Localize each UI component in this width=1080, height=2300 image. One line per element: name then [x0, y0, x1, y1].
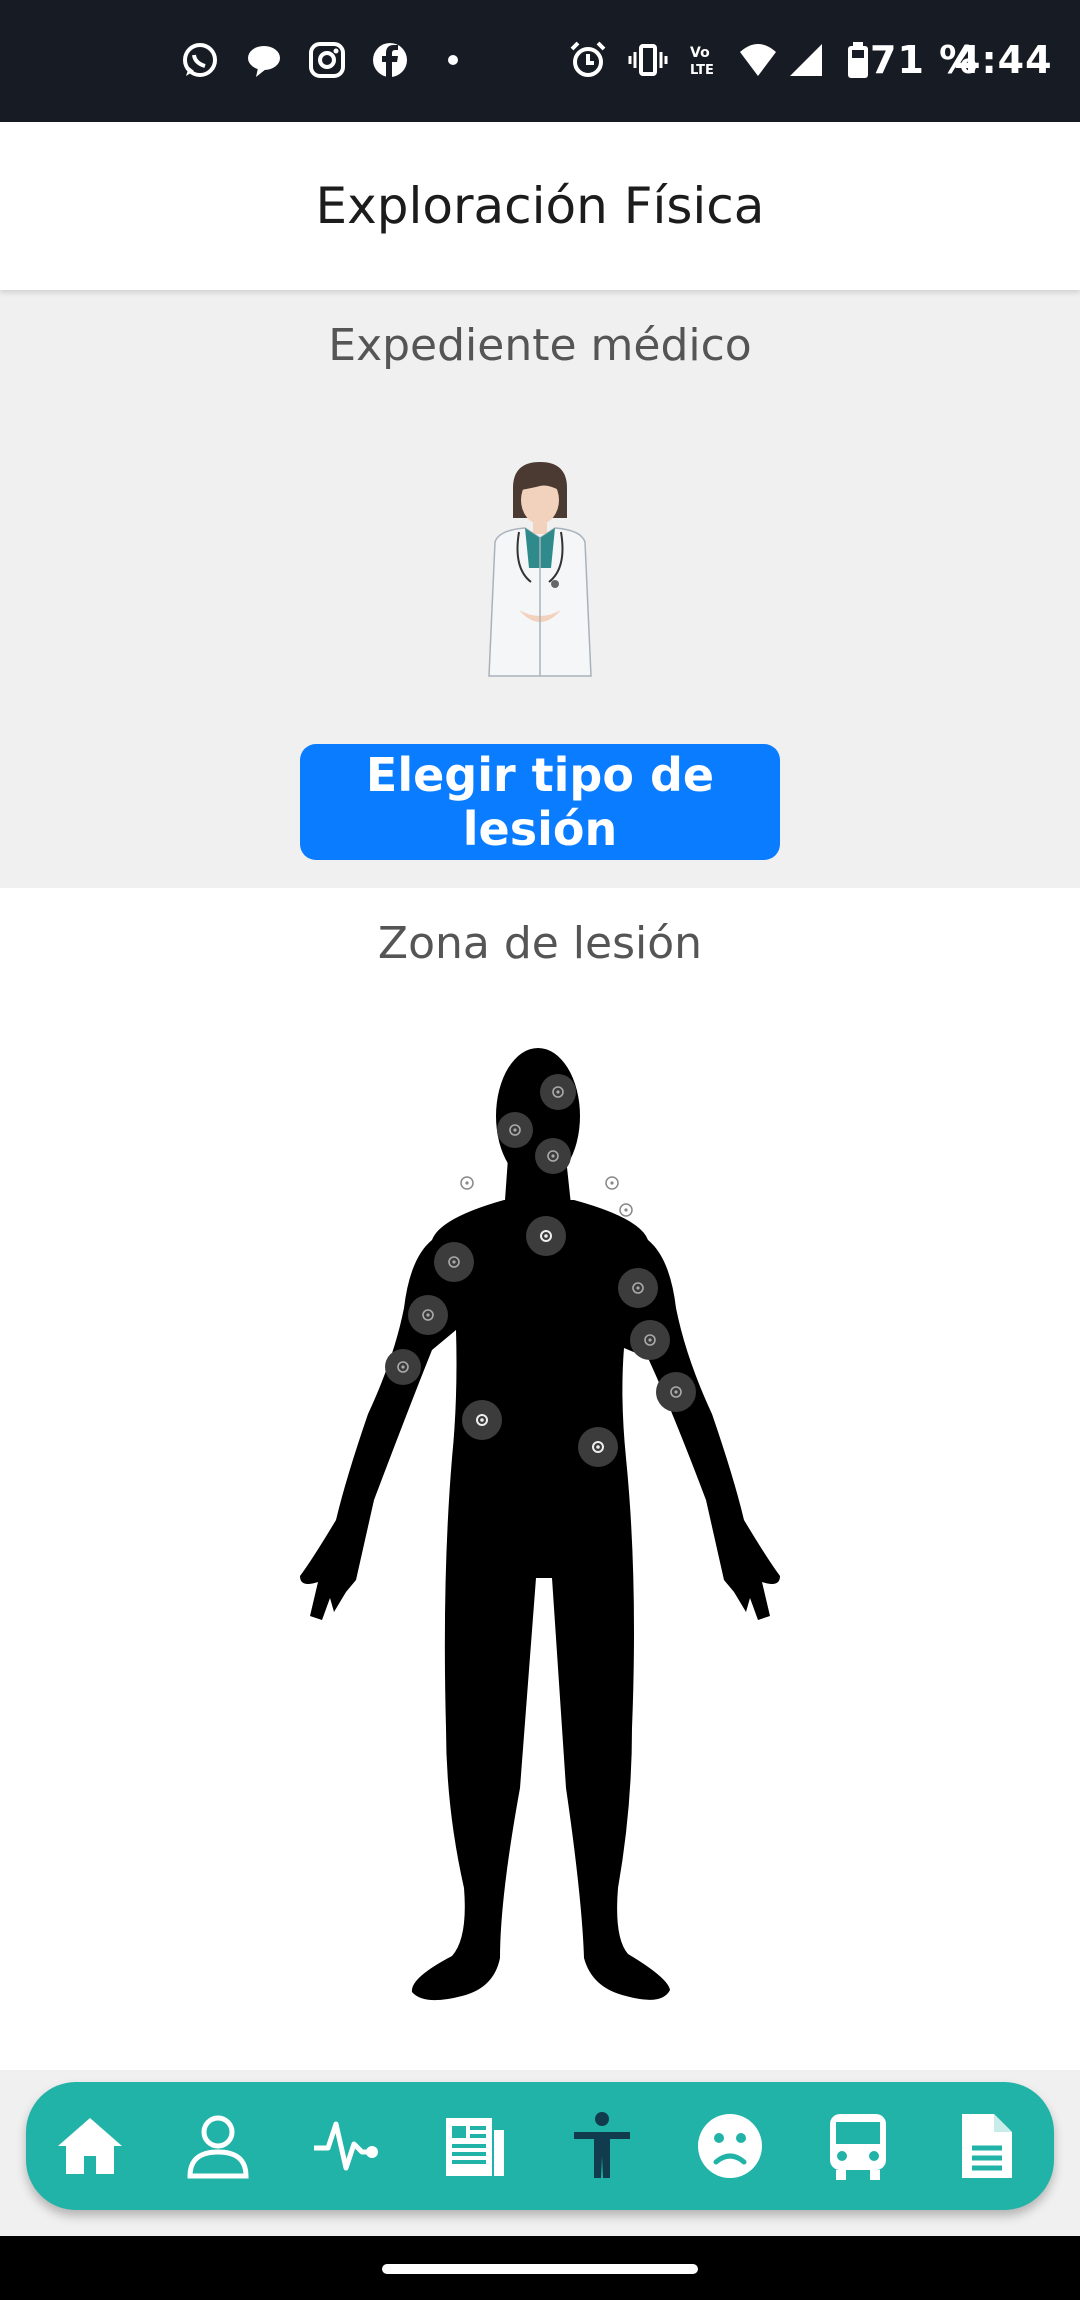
volte-icon: Vo LTE: [690, 45, 714, 78]
nav-symptoms[interactable]: [690, 2106, 770, 2186]
hotspot-neck[interactable]: [535, 1138, 571, 1174]
wifi-icon: [740, 44, 776, 76]
hotspot-outside-right-shoulder[interactable]: [460, 1176, 474, 1190]
hotspot-left-upper-arm[interactable]: [630, 1320, 670, 1360]
instagram-icon: [309, 42, 345, 78]
dot-icon: [448, 55, 458, 65]
home-icon: [58, 2118, 122, 2174]
body-silhouette: [300, 1048, 780, 2001]
profile-icon: [187, 2115, 249, 2179]
choose-lesion-type-button[interactable]: Elegir tipo de lesión: [300, 744, 780, 860]
status-bar: Vo LTE 71 % 4:44: [0, 0, 1080, 122]
signal-icon: [790, 44, 822, 76]
home-gesture-handle[interactable]: [382, 2264, 698, 2274]
gesture-bar: [0, 2236, 1080, 2300]
medical-record-title: Expediente médico: [328, 320, 752, 371]
hotspot-abdomen-left[interactable]: [578, 1427, 618, 1467]
clock: 4:44: [954, 38, 1053, 82]
hotspot-right-shoulder[interactable]: [434, 1242, 474, 1282]
hotspot-head-top[interactable]: [540, 1074, 576, 1110]
vitals-icon: [314, 2121, 378, 2171]
hotspot-right-upper-arm[interactable]: [408, 1295, 448, 1335]
facebook-icon: [373, 43, 407, 78]
body-icon: [574, 2112, 630, 2178]
nav-news[interactable]: [434, 2106, 514, 2186]
hotspot-right-elbow[interactable]: [385, 1349, 421, 1385]
vibrate-icon: [628, 44, 668, 76]
hotspot-outside-left-shoulder-a[interactable]: [605, 1176, 619, 1190]
bus-icon: [830, 2114, 886, 2180]
lesion-zone-section: Zona de lesión: [0, 888, 1080, 2070]
chat-icon: [248, 46, 280, 77]
nav-vitals[interactable]: [306, 2106, 386, 2186]
bottom-area: [0, 2070, 1080, 2236]
page-title: Exploración Física: [315, 177, 765, 235]
svg-text:LTE: LTE: [690, 63, 714, 78]
medical-record-section: Expediente médico Elegir tipo de lesión: [0, 290, 1080, 888]
doctor-illustration: [488, 462, 592, 677]
nav-body[interactable]: [562, 2106, 642, 2186]
nav-transport[interactable]: [818, 2106, 898, 2186]
hotspot-abdomen-right[interactable]: [462, 1400, 502, 1440]
nav-profile[interactable]: [178, 2106, 258, 2186]
whatsapp-icon: [183, 43, 217, 77]
hotspot-chest[interactable]: [526, 1216, 566, 1256]
document-icon: [962, 2114, 1012, 2178]
alarm-icon: [570, 41, 606, 77]
hotspot-left-elbow[interactable]: [656, 1372, 696, 1412]
nav-document[interactable]: [946, 2106, 1026, 2186]
nav-home[interactable]: [50, 2106, 130, 2186]
hotspot-left-shoulder[interactable]: [618, 1268, 658, 1308]
app-header: Exploración Física: [0, 122, 1080, 290]
hotspot-head-left[interactable]: [497, 1112, 533, 1148]
bottom-nav: [26, 2082, 1054, 2210]
hotspot-outside-left-shoulder-b[interactable]: [619, 1203, 633, 1217]
news-icon: [446, 2118, 504, 2176]
svg-text:Vo: Vo: [690, 45, 710, 61]
body-map: [300, 1048, 780, 2001]
sad-face-icon: [698, 2114, 762, 2178]
